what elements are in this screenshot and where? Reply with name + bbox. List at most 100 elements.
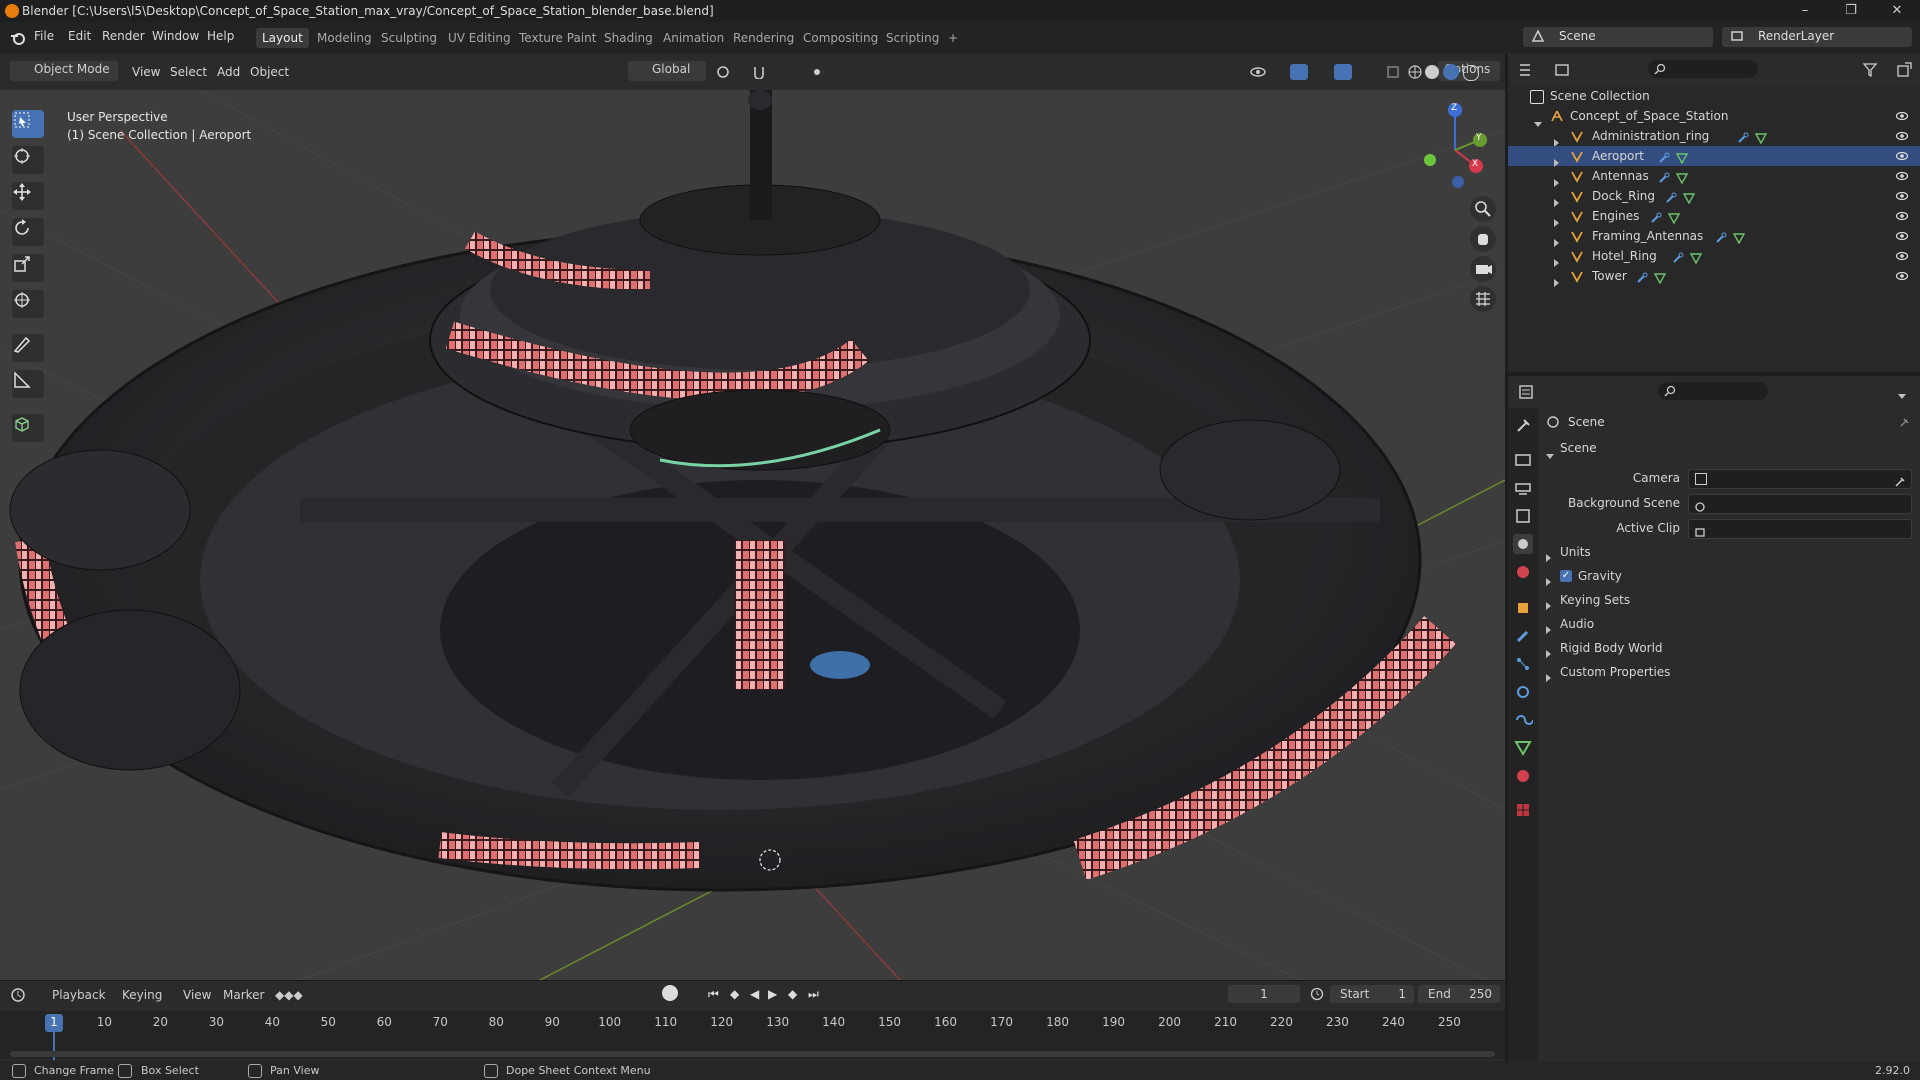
outliner-editor-type-icon[interactable] [1518,62,1544,78]
output-tab-icon[interactable] [1513,478,1533,498]
modifier-wrench-icon[interactable] [1658,170,1670,183]
constraints-tab-icon[interactable] [1513,710,1534,730]
annotate-tool[interactable] [12,334,44,362]
physics-tab-icon[interactable] [1513,682,1533,702]
modifier-wrench-icon[interactable] [1672,250,1684,263]
transform-orientation-dropdown[interactable]: Global [628,61,706,81]
menu-edit[interactable]: Edit [68,29,91,43]
scene-selector[interactable]: Scene [1523,27,1713,47]
timeline-scrollbar[interactable] [10,1051,1495,1057]
end-frame-field[interactable]: End 250 [1418,985,1500,1003]
properties-subpanel-header[interactable]: Keying Sets [1538,590,1920,610]
overlay-toggle-icon[interactable] [1334,64,1352,80]
scene-panel-header[interactable]: Scene [1538,438,1920,459]
menu-marker[interactable]: Marker [223,988,264,1002]
properties-search-input[interactable] [1658,382,1768,400]
wireframe-shading-icon[interactable] [1408,65,1422,79]
mesh-data-icon[interactable] [1754,130,1767,145]
play-button[interactable]: ▶ [768,987,777,1001]
modifier-wrench-icon[interactable] [1715,230,1727,243]
tab-sculpting[interactable]: Sculpting [375,28,443,48]
tab-texture-paint[interactable]: Texture Paint [513,28,602,48]
modifier-wrench-icon[interactable] [1636,270,1648,283]
keyframe-icons[interactable]: ◆◆◆ [275,988,315,1002]
tab-uv-editing[interactable]: UV Editing [442,28,517,48]
mesh-data-icon[interactable] [1732,230,1746,245]
add-cube-tool[interactable] [12,414,44,442]
eye-icon[interactable] [1896,190,1908,202]
particles-tab-icon[interactable] [1513,654,1533,674]
snap-icon[interactable] [752,65,766,80]
outliner-row-collection[interactable]: Concept_of_Space_Station [1508,106,1920,127]
start-frame-field[interactable]: Start 1 [1330,985,1414,1003]
outliner-row-scene-collection[interactable]: Scene Collection [1508,86,1920,106]
next-keyframe-button[interactable]: ◆ [788,987,797,1001]
mesh-data-icon[interactable] [1653,270,1667,285]
pan-hand-icon[interactable] [1470,226,1496,252]
modifier-wrench-icon[interactable] [1737,130,1749,143]
render-tab-icon[interactable] [1513,450,1533,470]
menu-file[interactable]: File [34,29,54,43]
outliner-panel[interactable]: Scene Collection Concept_of_Space_Statio… [1508,86,1920,372]
move-tool[interactable] [12,182,44,210]
menu-window[interactable]: Window [152,29,199,43]
eye-icon[interactable] [1896,230,1908,242]
play-reverse-button[interactable]: ◀ [750,987,759,1001]
eye-icon[interactable] [1896,210,1908,222]
record-button[interactable] [662,985,678,1001]
chevron-down-icon[interactable] [1898,388,1906,402]
menu-select[interactable]: Select [170,62,207,82]
menu-add[interactable]: Add [217,62,240,82]
pin-icon[interactable] [1898,415,1910,427]
properties-subpanel-header[interactable]: Custom Properties [1538,662,1920,682]
outliner-row-object[interactable]: Aeroport [1508,146,1920,167]
maximize-button[interactable]: ❐ [1828,0,1874,22]
xray-icon[interactable] [1386,65,1400,79]
mesh-data-icon[interactable] [1682,190,1695,205]
tab-layout[interactable]: Layout [256,28,309,48]
modifier-wrench-icon[interactable] [1658,150,1670,163]
camera-field[interactable] [1688,469,1912,489]
properties-editor-type-icon[interactable] [1518,384,1544,400]
expand-arrow-icon[interactable] [1554,273,1559,293]
mesh-data-icon[interactable] [1689,250,1703,265]
eye-icon[interactable] [1896,170,1908,182]
outliner-row-object[interactable]: Administration_ring [1508,126,1920,147]
eye-icon[interactable] [1896,250,1908,262]
outliner-row-object[interactable]: Dock_Ring [1508,186,1920,207]
properties-panel[interactable]: Scene Scene Camera Background Scene Acti… [1538,408,1920,1061]
ortho-grid-icon[interactable] [1470,286,1496,312]
mode-dropdown[interactable]: Object Mode [10,61,118,81]
world-tab-icon[interactable] [1513,562,1533,582]
mesh-data-icon[interactable] [1675,170,1688,185]
menu-view[interactable]: View [132,62,160,82]
menu-help[interactable]: Help [207,29,234,43]
properties-subpanel-header[interactable]: Rigid Body World [1538,638,1920,658]
new-collection-icon[interactable] [1896,62,1912,78]
tab-compositing[interactable]: Compositing [797,28,884,48]
properties-subpanel-header[interactable]: ✓ Gravity [1538,566,1920,586]
filter-icon[interactable] [1862,62,1878,78]
tab-rendering[interactable]: Rendering [727,28,800,48]
outliner-row-object[interactable]: Tower [1508,266,1920,287]
modifier-wrench-icon[interactable] [1665,190,1677,203]
properties-subpanel-header[interactable]: Audio [1538,614,1920,634]
proportional-edit-icon[interactable] [810,65,824,79]
scale-tool[interactable] [12,254,44,282]
solid-shading-icon[interactable] [1425,65,1439,79]
eye-icon[interactable] [1896,130,1908,142]
tab-modeling[interactable]: Modeling [311,28,378,48]
transform-tool[interactable] [12,290,44,318]
properties-subpanel-header[interactable]: Units [1538,542,1920,562]
view-layer-selector[interactable]: RenderLayer [1722,27,1912,47]
eyedropper-icon[interactable] [1895,473,1905,487]
close-button[interactable]: ✕ [1874,0,1920,22]
data-tab-icon[interactable] [1513,738,1533,758]
navigation-gizmo[interactable] [1424,103,1487,188]
measure-tool[interactable] [12,370,44,398]
object-tab-icon[interactable] [1513,598,1533,618]
menu-playback[interactable]: Playback [52,988,106,1002]
outliner-search-input[interactable] [1648,60,1758,78]
gravity-checkbox[interactable]: ✓ [1560,570,1572,582]
mesh-data-icon[interactable] [1668,210,1681,225]
